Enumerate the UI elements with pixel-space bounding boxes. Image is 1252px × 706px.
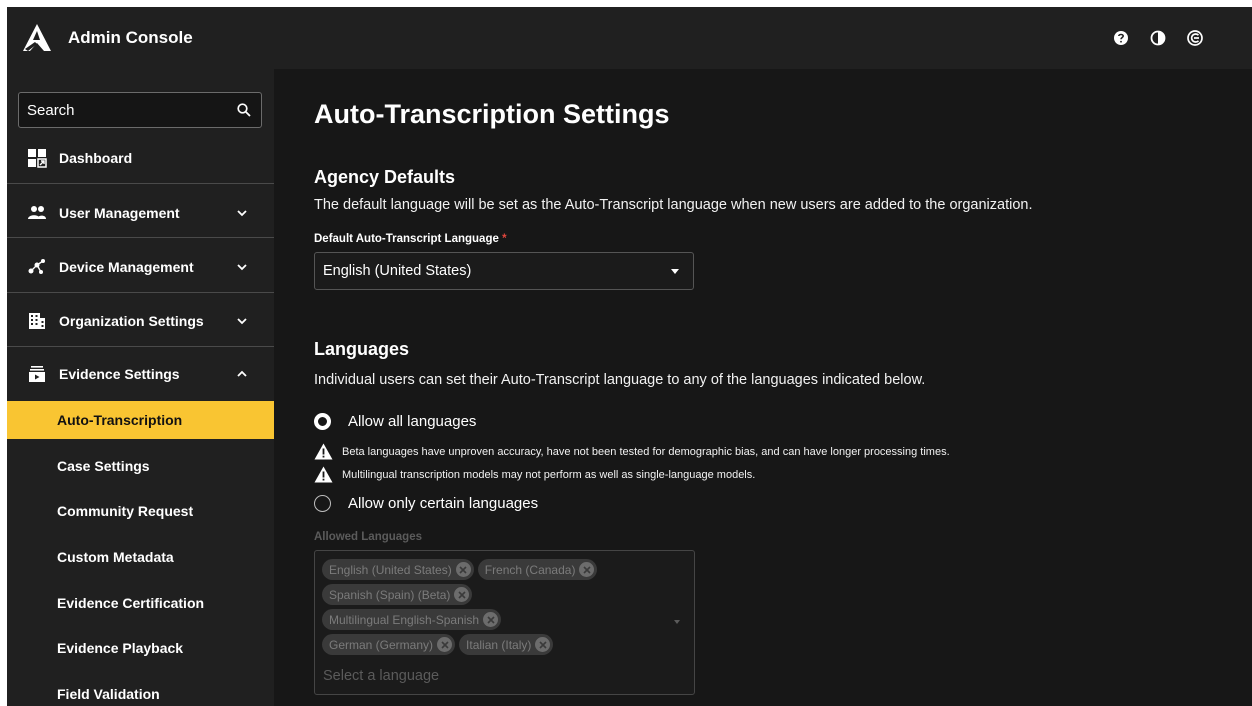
sidebar-item-label: Evidence Settings xyxy=(59,366,180,382)
users-icon xyxy=(27,203,47,223)
default-language-value: English (United States) xyxy=(323,263,472,279)
sidebar-subitem-evidence-playback[interactable]: Evidence Playback xyxy=(7,629,274,667)
divider xyxy=(7,183,274,184)
chip-label: German (Germany) xyxy=(329,637,434,652)
sidebar-item-dashboard[interactable]: Dashboard xyxy=(7,138,274,178)
logo-icon xyxy=(23,24,51,51)
language-chip: Spanish (Spain) (Beta) xyxy=(322,584,473,605)
sidebar-subitem-evidence-certification[interactable]: Evidence Certification xyxy=(7,584,274,622)
caret-down-icon xyxy=(674,620,680,624)
language-chip: English (United States) xyxy=(322,559,474,580)
sidebar-subitem-auto-transcription[interactable]: Auto-Transcription xyxy=(7,401,274,439)
topbar xyxy=(274,7,1252,69)
help-icon[interactable] xyxy=(1112,29,1130,47)
account-icon[interactable] xyxy=(1186,29,1204,47)
allowed-languages-label: Allowed Languages xyxy=(314,531,422,543)
divider xyxy=(7,346,274,347)
chip-remove-icon xyxy=(455,562,471,577)
language-chip: French (Canada) xyxy=(477,559,598,580)
sidebar-subitem-field-validation[interactable]: Field Validation xyxy=(7,675,274,706)
sidebar-subitem-case-settings[interactable]: Case Settings xyxy=(7,447,274,485)
warning-beta-text: Beta languages have unproven accuracy, h… xyxy=(342,445,950,458)
warning-beta: Beta languages have unproven accuracy, h… xyxy=(314,443,950,460)
language-chip: Italian (Italy) xyxy=(459,634,554,655)
contrast-icon[interactable] xyxy=(1149,29,1167,47)
agency-defaults-heading: Agency Defaults xyxy=(314,167,456,187)
language-chip: German (Germany) xyxy=(322,634,456,655)
default-language-label: Default Auto-Transcript Language * xyxy=(314,233,507,245)
sidebar-item-evidence-settings[interactable]: Evidence Settings xyxy=(7,354,274,394)
warning-multilingual-text: Multilingual transcription models may no… xyxy=(342,468,756,481)
chip-label: Italian (Italy) xyxy=(466,637,532,652)
chip-label: Spanish (Spain) (Beta) xyxy=(329,587,451,602)
divider xyxy=(7,237,274,238)
sidebar-item-organization-settings[interactable]: Organization Settings xyxy=(7,301,274,341)
sidebar-subitem-custom-metadata[interactable]: Custom Metadata xyxy=(7,538,274,576)
warning-icon xyxy=(314,443,333,460)
default-language-label-text: Default Auto-Transcript Language xyxy=(314,233,499,245)
chip-remove-icon xyxy=(579,562,595,577)
sidebar-item-label: User Management xyxy=(59,205,180,221)
warning-icon xyxy=(314,466,333,483)
chip-remove-icon xyxy=(437,637,453,652)
chevron-down-icon[interactable] xyxy=(236,315,248,327)
chip-label: Multilingual English-Spanish xyxy=(329,612,480,627)
default-language-select[interactable]: English (United States) xyxy=(314,252,694,290)
allowed-languages-multiselect: English (United States) French (Canada) … xyxy=(314,550,695,695)
sidebar-item-label: Organization Settings xyxy=(59,313,204,329)
main-content: Auto-Transcription Settings Agency Defau… xyxy=(274,69,1252,706)
divider xyxy=(7,292,274,293)
radio-allow-all-label: Allow all languages xyxy=(348,413,477,430)
chip-list: English (United States) French (Canada) … xyxy=(322,559,662,659)
sidebar-item-device-management[interactable]: Device Management xyxy=(7,247,274,287)
sidebar: Admin Console Search Dashboard User Mana… xyxy=(7,7,274,706)
chip-label: French (Canada) xyxy=(484,562,576,577)
languages-heading: Languages xyxy=(314,339,410,359)
allowed-languages-placeholder: Select a language xyxy=(323,668,440,684)
sidebar-item-label: Dashboard xyxy=(59,150,133,166)
app-title: Admin Console xyxy=(68,28,193,47)
caret-down-icon xyxy=(671,269,679,274)
chip-remove-icon xyxy=(454,587,470,602)
languages-description: Individual users can set their Auto-Tran… xyxy=(314,372,926,388)
chip-label: English (United States) xyxy=(329,562,452,577)
device-icon xyxy=(27,257,47,277)
agency-defaults-description: The default language will be set as the … xyxy=(314,197,1033,213)
chevron-down-icon[interactable] xyxy=(236,207,248,219)
search-icon[interactable] xyxy=(237,103,251,117)
search-input[interactable]: Search xyxy=(18,92,262,128)
evidence-icon xyxy=(27,364,47,384)
chevron-up-icon[interactable] xyxy=(236,368,248,380)
search-placeholder: Search xyxy=(27,101,75,119)
sidebar-subitem-community-request[interactable]: Community Request xyxy=(7,492,274,530)
language-chip: Multilingual English-Spanish xyxy=(322,609,502,630)
sidebar-item-label: Device Management xyxy=(59,259,194,275)
radio-allow-all[interactable]: Allow all languages xyxy=(314,413,476,430)
required-mark: * xyxy=(502,233,507,245)
radio-unchecked-icon[interactable] xyxy=(314,495,331,512)
warning-multilingual: Multilingual transcription models may no… xyxy=(314,466,755,483)
page-title: Auto-Transcription Settings xyxy=(314,99,670,129)
chip-remove-icon xyxy=(535,637,551,652)
dashboard-icon xyxy=(27,148,47,168)
chevron-down-icon[interactable] xyxy=(236,261,248,273)
radio-allow-certain[interactable]: Allow only certain languages xyxy=(314,495,538,512)
radio-allow-certain-label: Allow only certain languages xyxy=(348,495,539,512)
sidebar-item-user-management[interactable]: User Management xyxy=(7,193,274,233)
app-window: Admin Console Search Dashboard User Mana… xyxy=(7,7,1252,706)
radio-checked-icon[interactable] xyxy=(314,413,331,430)
chip-remove-icon xyxy=(483,612,499,627)
building-icon xyxy=(27,311,47,331)
brand[interactable]: Admin Console xyxy=(7,7,274,69)
